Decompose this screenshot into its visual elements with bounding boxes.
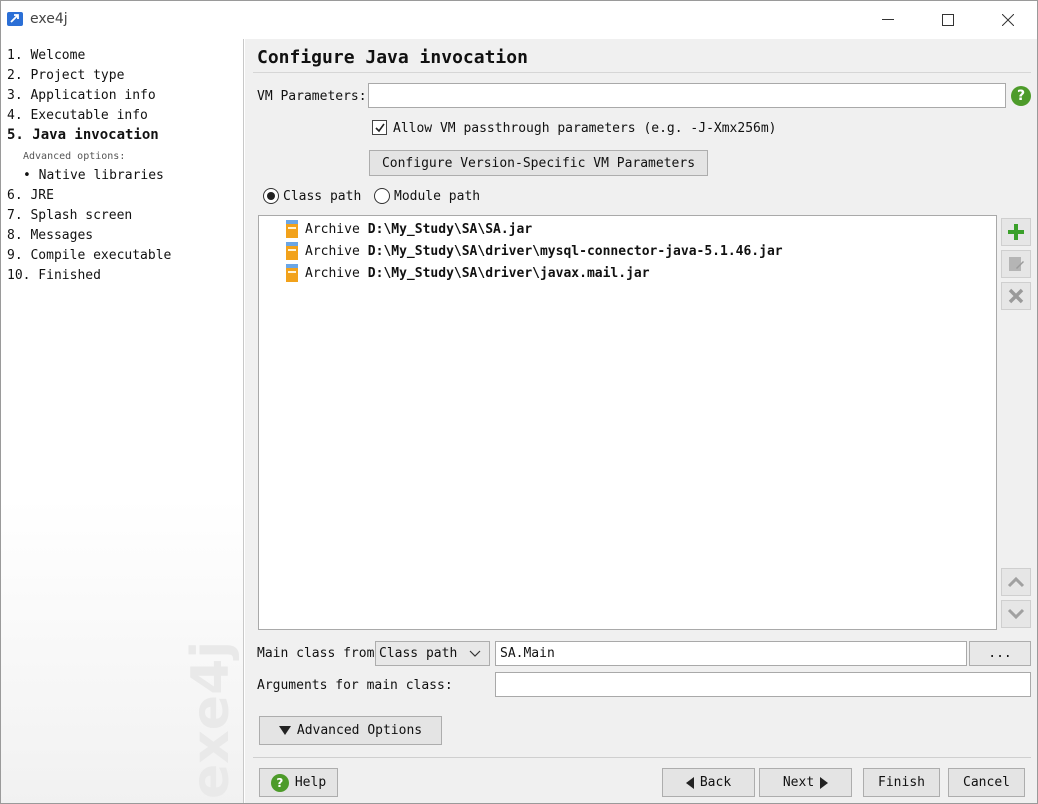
arrow-right-icon [820, 776, 829, 789]
class-path-radio-label: Class path [283, 189, 362, 204]
edit-icon [1009, 257, 1024, 271]
vm-parameters-label: VM Parameters: [257, 89, 367, 104]
list-item[interactable]: Archive D:\My_Study\SA\driver\javax.mail… [285, 263, 650, 283]
close-button[interactable] [985, 1, 1031, 39]
configure-version-specific-button[interactable]: Configure Version-Specific VM Parameters [369, 150, 708, 176]
step-java-invocation[interactable]: 5. Java invocation [7, 127, 159, 143]
step-executable-info[interactable]: 4. Executable info [7, 108, 148, 123]
step-messages[interactable]: 8. Messages [7, 228, 93, 243]
triangle-down-icon [278, 725, 291, 735]
main-class-source-value: Class path [379, 646, 458, 661]
help-question-icon[interactable]: ? [1011, 86, 1031, 106]
browse-main-class-button[interactable]: ... [969, 641, 1031, 666]
step-application-info[interactable]: 3. Application info [7, 88, 156, 103]
next-button[interactable]: Next [759, 768, 852, 797]
add-entry-button[interactable] [1001, 218, 1031, 246]
step-jre[interactable]: 6. JRE [7, 188, 54, 203]
chevron-up-icon [1007, 576, 1025, 588]
footer-divider [253, 757, 1031, 758]
page-title: Configure Java invocation [257, 47, 528, 68]
step-native-libraries[interactable]: • Native libraries [23, 168, 164, 183]
class-path-list[interactable]: Archive D:\My_Study\SA\SA.jar Archive D:… [258, 215, 997, 630]
help-button[interactable]: ? Help [259, 768, 338, 797]
list-item[interactable]: Archive D:\My_Study\SA\driver\mysql-conn… [285, 241, 783, 261]
jar-archive-icon [285, 220, 299, 238]
plus-icon [1008, 224, 1024, 240]
jar-archive-icon [285, 242, 299, 260]
back-button[interactable]: Back [662, 768, 755, 797]
maximize-button[interactable] [925, 1, 971, 39]
advanced-options-label: Advanced options: [23, 151, 126, 162]
checkmark-icon [375, 123, 385, 133]
step-compile-executable[interactable]: 9. Compile executable [7, 248, 171, 263]
arguments-input[interactable] [495, 672, 1031, 697]
main-class-source-select[interactable]: Class path [375, 641, 490, 666]
cancel-button[interactable]: Cancel [948, 768, 1025, 797]
arrow-left-icon [685, 776, 694, 789]
step-project-type[interactable]: 2. Project type [7, 68, 124, 83]
list-item[interactable]: Archive D:\My_Study\SA\SA.jar [285, 219, 532, 239]
edit-entry-button[interactable] [1001, 250, 1031, 278]
move-up-button[interactable] [1001, 568, 1031, 596]
app-icon [7, 12, 23, 26]
chevron-down-icon [1007, 608, 1025, 620]
window-title: exe4j [30, 11, 68, 27]
wizard-steps-sidebar: 1. Welcome 2. Project type 3. Applicatio… [1, 39, 244, 803]
vm-parameters-input[interactable] [368, 83, 1006, 108]
vm-passthrough-checkbox[interactable] [372, 120, 387, 135]
jar-archive-icon [285, 264, 299, 282]
delete-x-icon [1008, 288, 1024, 304]
title-divider [253, 72, 1031, 73]
exe4j-watermark-logo: exe4j [181, 640, 241, 799]
main-class-from-label: Main class from [257, 646, 375, 661]
advanced-options-button[interactable]: Advanced Options [259, 716, 442, 745]
help-icon: ? [270, 773, 289, 792]
main-class-input[interactable] [495, 641, 967, 666]
finish-button[interactable]: Finish [863, 768, 940, 797]
step-welcome[interactable]: 1. Welcome [7, 48, 85, 63]
step-finished[interactable]: 10. Finished [7, 268, 101, 283]
move-down-button[interactable] [1001, 600, 1031, 628]
exe4j-window: exe4j 1. Welcome 2. Project type 3. Appl… [0, 0, 1038, 804]
arguments-label: Arguments for main class: [257, 678, 453, 693]
title-bar: exe4j [1, 1, 1037, 39]
chevron-down-icon [469, 650, 481, 657]
step-splash-screen[interactable]: 7. Splash screen [7, 208, 132, 223]
class-path-radio[interactable] [263, 188, 279, 204]
vm-passthrough-label: Allow VM passthrough parameters (e.g. -J… [393, 121, 777, 136]
main-panel: Configure Java invocation VM Parameters:… [245, 39, 1037, 803]
remove-entry-button[interactable] [1001, 282, 1031, 310]
module-path-radio-label: Module path [394, 189, 481, 204]
module-path-radio[interactable] [374, 188, 390, 204]
minimize-button[interactable] [865, 1, 911, 39]
